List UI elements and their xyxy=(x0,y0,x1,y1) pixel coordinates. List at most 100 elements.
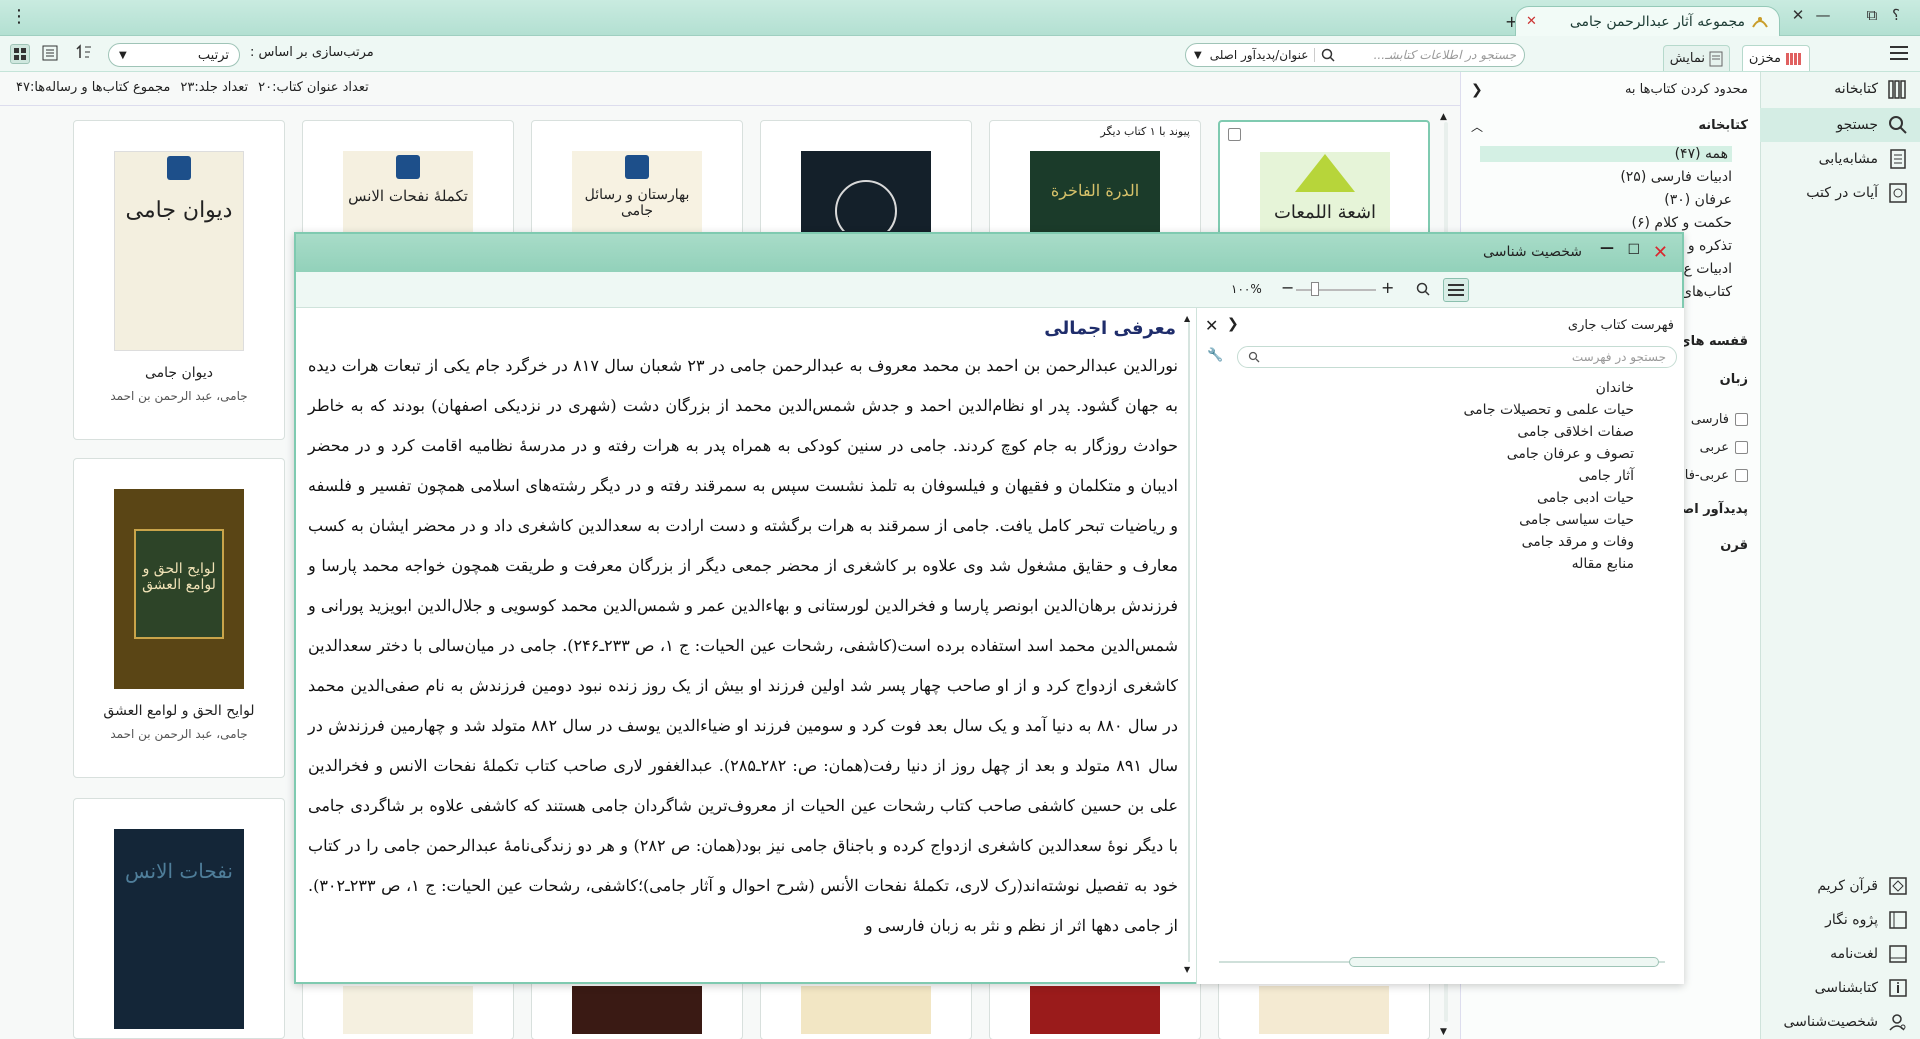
toc-item[interactable]: وفات و مرقد جامی xyxy=(1522,534,1634,550)
sidebar-item-quran[interactable]: قرآن کریم xyxy=(1760,869,1920,903)
hamburger-icon[interactable] xyxy=(1890,44,1910,62)
book-card[interactable] xyxy=(531,980,743,1039)
checkbox[interactable] xyxy=(1735,469,1748,482)
toc-title: فهرست کتاب جاری xyxy=(1567,318,1674,333)
sidebar-item-person[interactable]: شخصیت‌شناسی xyxy=(1760,1005,1920,1039)
book-cover xyxy=(801,986,931,1034)
book-card[interactable]: لوایح الحق و لوامع العشق لوایح الحق و لو… xyxy=(73,458,285,778)
tab-close-icon[interactable]: ✕ xyxy=(1526,14,1537,29)
book-card[interactable]: نفحات الانس xyxy=(73,798,285,1039)
tab-makhzan-label: مخزن xyxy=(1748,51,1781,66)
dialog-toolbar: + − ۱۰۰% xyxy=(296,272,1682,308)
wrench-icon[interactable]: 🔧 xyxy=(1207,348,1223,363)
dialog-minimize-button[interactable]: — xyxy=(1600,240,1614,256)
sort-select[interactable]: ترتیب ▼ xyxy=(108,43,240,67)
toc-item[interactable]: تصوف و عرفان جامی xyxy=(1507,446,1634,462)
toc-hscrollbar[interactable] xyxy=(1209,956,1675,968)
tab-makhzan[interactable]: مخزن xyxy=(1741,45,1810,71)
sidebar-item-similar[interactable]: مشابه‌یابی xyxy=(1760,142,1920,176)
reader-pane: معرفی اجمالی نورالدین عبدالرحمن بن احمد … xyxy=(296,308,1196,984)
book-title: لوایح الحق و لوامع العشق xyxy=(103,703,255,719)
lang-option[interactable]: عربی-فار xyxy=(1678,468,1748,483)
zoom-out-button[interactable]: − xyxy=(1281,278,1294,297)
search-field-select[interactable]: عنوان/پدیدآور اصلی xyxy=(1210,48,1316,62)
titles-count: تعداد عنوان کتاب:۲۰ xyxy=(258,80,369,95)
toc-item[interactable]: حیات ادبی جامی xyxy=(1537,490,1634,506)
category-item[interactable]: ادبیات فارسی (۲۵) xyxy=(1620,169,1732,185)
category-item[interactable]: کتاب‌های xyxy=(1681,284,1732,300)
search-icon[interactable] xyxy=(1416,282,1430,296)
sidebar-item-notes[interactable]: پژوه نگار xyxy=(1760,903,1920,937)
search-icon[interactable] xyxy=(1321,48,1335,62)
category-item[interactable]: حکمت و کلام (۶) xyxy=(1632,215,1733,231)
hamburger-icon[interactable] xyxy=(1443,278,1469,302)
grid-view-icon[interactable] xyxy=(10,44,30,64)
shelf-icon xyxy=(1786,52,1801,65)
lang-option[interactable]: فارسی xyxy=(1691,412,1748,427)
category-item[interactable]: عرفان (۳۰) xyxy=(1664,192,1732,208)
menu-icon[interactable]: ⋮ xyxy=(10,6,28,27)
toc-search-input[interactable]: جستجو در فهرست xyxy=(1237,346,1677,368)
sort-value: ترتیب xyxy=(197,47,229,63)
sidebar-item-dictionary[interactable]: لغت‌نامه xyxy=(1760,937,1920,971)
sidebar-item-verses[interactable]: آیات در کتب xyxy=(1760,176,1920,210)
checkbox[interactable] xyxy=(1735,441,1748,454)
book-cover xyxy=(343,986,473,1034)
toc-item[interactable]: حیات علمی و تحصیلات جامی xyxy=(1463,402,1634,418)
reader-scrollbar[interactable]: ▲ ▼ xyxy=(1184,314,1194,974)
person-icon xyxy=(1889,1014,1906,1031)
zoom-in-button[interactable]: + xyxy=(1381,278,1394,297)
book-card[interactable] xyxy=(1218,980,1430,1039)
dialog-close-button[interactable]: ✕ xyxy=(1653,242,1668,263)
zoom-slider[interactable] xyxy=(1296,289,1376,291)
sort-label: مرتب‌سازی بر اساس : xyxy=(250,45,374,60)
zoom-level: ۱۰۰% xyxy=(1231,282,1262,296)
book-card[interactable]: دیوان جامی دیوان جامی جامی، عبد الرحمن ب… xyxy=(73,120,285,440)
toc-item[interactable]: منابع مقاله xyxy=(1572,556,1634,572)
chevron-up-icon[interactable]: ︿ xyxy=(1471,118,1483,135)
main-toolbar: مخزن نمایش جستجو در اطلاعات کتابشـ... عن… xyxy=(0,36,1920,72)
search-bar[interactable]: جستجو در اطلاعات کتابشـ... عنوان/پدیدآور… xyxy=(1185,43,1525,67)
lang-option[interactable]: عربی xyxy=(1700,440,1748,455)
sidebar-item-bibliography[interactable]: کتابشناسی xyxy=(1760,971,1920,1005)
chevron-right-icon[interactable]: ❯ xyxy=(1227,316,1239,332)
book-card[interactable] xyxy=(760,980,972,1039)
zoom-slider-handle[interactable] xyxy=(1311,282,1319,296)
chevron-down-icon[interactable]: ▼ xyxy=(1194,50,1202,61)
minimize-button[interactable]: — xyxy=(1813,6,1833,24)
toc-item[interactable]: حیات سیاسی جامی xyxy=(1519,512,1634,528)
century-title[interactable]: قرن xyxy=(1720,538,1748,553)
sort-direction-icon[interactable] xyxy=(76,42,92,62)
notes-icon xyxy=(1889,911,1907,929)
restore-button[interactable]: ⧉ xyxy=(1862,6,1882,24)
toc-close-button[interactable]: ✕ xyxy=(1205,316,1218,335)
similar-icon xyxy=(1890,149,1906,169)
collapse-panel-icon[interactable]: ❯ xyxy=(1471,82,1483,98)
logo-icon xyxy=(1752,16,1768,28)
book-card[interactable] xyxy=(989,980,1201,1039)
category-item[interactable]: همه (۴۷) xyxy=(1480,146,1732,162)
category-item[interactable]: تذکره و xyxy=(1688,238,1732,254)
help-button[interactable]: ؟ xyxy=(1886,6,1906,24)
tab-namayesh[interactable]: نمایش xyxy=(1662,45,1730,71)
library-section-title: کتابخانه xyxy=(1698,118,1748,133)
chevron-down-icon: ▼ xyxy=(119,49,127,61)
book-cover xyxy=(1030,986,1160,1034)
sidebar-item-search[interactable]: جستجو xyxy=(1760,108,1920,142)
sidebar-item-library[interactable]: کتابخانه xyxy=(1760,72,1920,106)
bibliography-icon xyxy=(1889,979,1907,997)
sidebar-item-label: آیات در کتب xyxy=(1806,185,1878,201)
category-item[interactable]: ادبیات ع xyxy=(1684,261,1733,277)
toc-item[interactable]: خاندان xyxy=(1596,380,1634,396)
list-view-icon[interactable] xyxy=(42,45,58,61)
dialog-title: شخصیت شناسی xyxy=(1483,244,1582,260)
toc-item[interactable]: آثار جامی xyxy=(1579,468,1634,484)
close-button[interactable]: ✕ xyxy=(1788,6,1808,24)
book-card[interactable] xyxy=(302,980,514,1039)
search-input[interactable]: جستجو در اطلاعات کتابشـ... xyxy=(1341,48,1516,62)
toc-item[interactable]: صفات اخلاقی جامی xyxy=(1517,424,1634,440)
checkbox[interactable] xyxy=(1228,128,1241,141)
dialog-maximize-button[interactable]: ☐ xyxy=(1627,242,1640,258)
checkbox[interactable] xyxy=(1735,413,1748,426)
app-tab[interactable]: مجموعه آثار عبدالرحمن جامی ✕ xyxy=(1515,6,1780,36)
